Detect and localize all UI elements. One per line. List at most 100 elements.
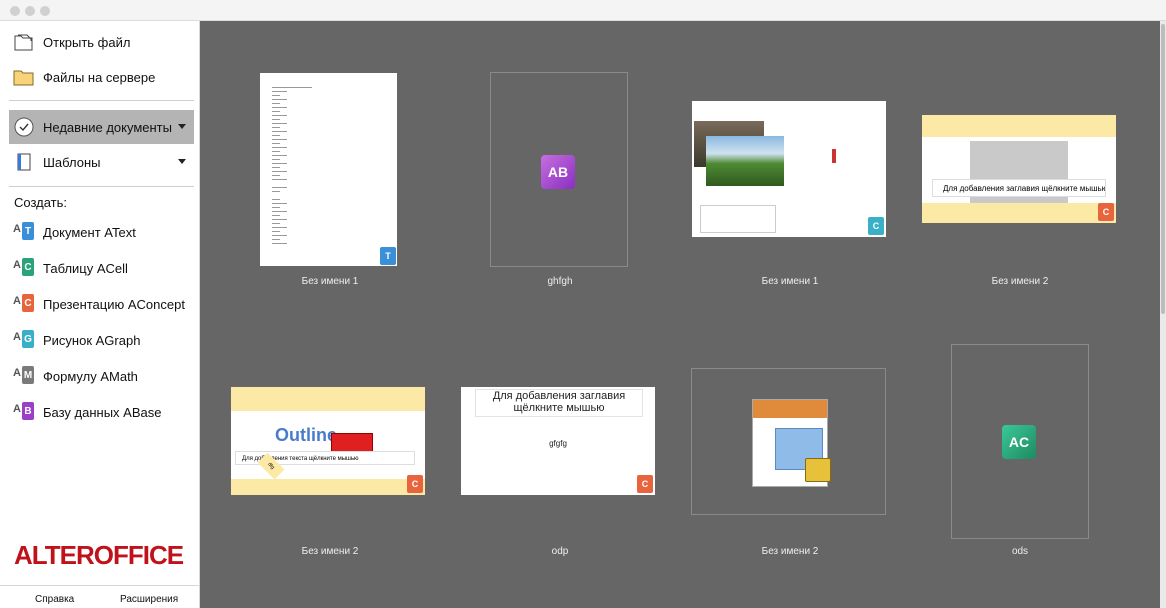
recent-doc-card[interactable]: AB ghfgh [460, 60, 660, 290]
aconcept-icon: AC [11, 291, 37, 317]
recent-documents-button[interactable]: Недавние документы [9, 110, 194, 144]
text-line [272, 119, 280, 120]
recent-doc-card[interactable]: T Без имени 1 [230, 60, 430, 290]
locked-file-icon [752, 399, 831, 487]
text-line [272, 243, 287, 244]
aconcept-badge-icon: C [1098, 203, 1114, 221]
text-line [272, 143, 280, 144]
atext-badge-icon: T [380, 247, 396, 265]
divider [0, 585, 199, 586]
create-abase-button[interactable]: A B Базу данных ABase [9, 395, 194, 429]
doc-thumbnail: Для добавления заглавия щёлкните мышью C [922, 115, 1116, 223]
text-line [272, 235, 287, 236]
text-line [272, 227, 287, 228]
text-line [272, 95, 280, 96]
create-acell-button[interactable]: A C Таблицу ACell [9, 251, 194, 285]
recent-doc-card[interactable]: Для добавления заглавия щёлкните мышью C… [920, 60, 1120, 290]
create-item-label: Презентацию AConcept [43, 296, 185, 312]
open-file-label: Открыть файл [43, 34, 131, 50]
text-line [272, 115, 287, 116]
divider [9, 186, 194, 187]
abase-icon: AB [11, 399, 37, 425]
divider [9, 100, 194, 101]
diamond-label: dfg [266, 461, 276, 471]
abase-icon: AB [541, 155, 575, 189]
create-atext-button[interactable]: A T Документ AText [9, 215, 194, 249]
create-amath-button[interactable]: A M Формулу AMath [9, 359, 194, 393]
minimize-window-button[interactable] [25, 6, 35, 16]
text-line [272, 207, 280, 208]
doc-caption: Без имени 2 [301, 546, 359, 557]
text-line [272, 135, 280, 136]
acell-badge-icon: C [868, 217, 884, 235]
recent-doc-card[interactable]: C Без имени 1 [690, 60, 890, 290]
slide-title: Для добавления заглавия щёлкните мышью [475, 389, 643, 417]
embedded-table [700, 205, 776, 233]
server-files-label: Файлы на сервере [43, 69, 156, 85]
extensions-link[interactable]: Расширения [120, 594, 178, 605]
create-agraph-button[interactable]: A G Рисунок AGraph [9, 323, 194, 357]
honeycomb-pattern [922, 115, 1116, 137]
create-item-label: Документ AText [43, 224, 136, 240]
text-line [272, 203, 287, 204]
text-line [272, 99, 287, 100]
doc-caption: ghfgh [547, 276, 573, 287]
open-file-button[interactable]: Открыть файл [9, 25, 194, 59]
doc-thumbnail: Outline Для добавления текста щёлкните м… [231, 387, 425, 495]
start-center-sidebar: Открыть файл Файлы на сервере Недавние д… [0, 21, 200, 608]
create-item-label: Формулу AMath [43, 368, 138, 384]
text-line [272, 147, 287, 148]
text-line [272, 239, 280, 240]
recent-doc-card[interactable]: Без имени 2 [690, 340, 890, 570]
chevron-down-icon [178, 159, 186, 164]
honeycomb-pattern [231, 387, 425, 411]
text-line [272, 187, 287, 188]
text-line [272, 219, 287, 220]
recent-doc-card[interactable]: Для добавления заглавия щёлкните мышью g… [460, 340, 660, 570]
zoom-window-button[interactable] [40, 6, 50, 16]
scrollbar-thumb[interactable] [1161, 24, 1165, 314]
doc-caption: Без имени 2 [991, 276, 1049, 287]
acell-icon: AC [1002, 425, 1036, 459]
text-line [272, 151, 280, 152]
text-line [272, 223, 280, 224]
create-item-label: Рисунок AGraph [43, 332, 141, 348]
doc-thumbnail: AB [490, 72, 628, 267]
text-line [272, 123, 287, 124]
text-line [272, 107, 287, 108]
text-line [272, 103, 280, 104]
doc-thumbnail: AC [951, 344, 1089, 539]
server-files-button[interactable]: Файлы на сервере [9, 60, 194, 94]
doc-caption: Без имени 2 [761, 546, 819, 557]
text-line [272, 111, 280, 112]
atext-icon: AT [11, 219, 37, 245]
recent-doc-card[interactable]: AC ods [920, 340, 1120, 570]
folder-icon [11, 64, 37, 90]
aconcept-badge-icon: C [407, 475, 423, 493]
text-line [272, 163, 287, 164]
landscape-image [706, 136, 784, 186]
doc-thumbnail [691, 368, 886, 515]
text-line [272, 179, 287, 180]
create-aconcept-button[interactable]: A C Презентацию AConcept [9, 287, 194, 321]
text-line [272, 175, 280, 176]
slide-body: gfgfg [549, 439, 567, 448]
templates-button[interactable]: Шаблоны [9, 145, 194, 179]
window-titlebar [0, 0, 1166, 21]
doc-thumbnail: T [260, 73, 397, 266]
recent-clock-icon [11, 114, 37, 140]
close-window-button[interactable] [10, 6, 20, 16]
recent-doc-card[interactable]: Outline Для добавления текста щёлкните м… [230, 340, 430, 570]
template-icon [11, 149, 37, 175]
templates-label: Шаблоны [43, 154, 101, 170]
doc-caption: ods [1011, 546, 1029, 557]
agraph-icon: AG [11, 327, 37, 353]
text-line [272, 91, 287, 92]
folder-open-icon [11, 29, 37, 55]
honeycomb-pattern [231, 479, 425, 495]
text-line [272, 131, 287, 132]
recent-documents-label: Недавние документы [43, 119, 172, 135]
help-link[interactable]: Справка [35, 594, 74, 605]
text-line [272, 171, 287, 172]
text-line [272, 199, 280, 200]
